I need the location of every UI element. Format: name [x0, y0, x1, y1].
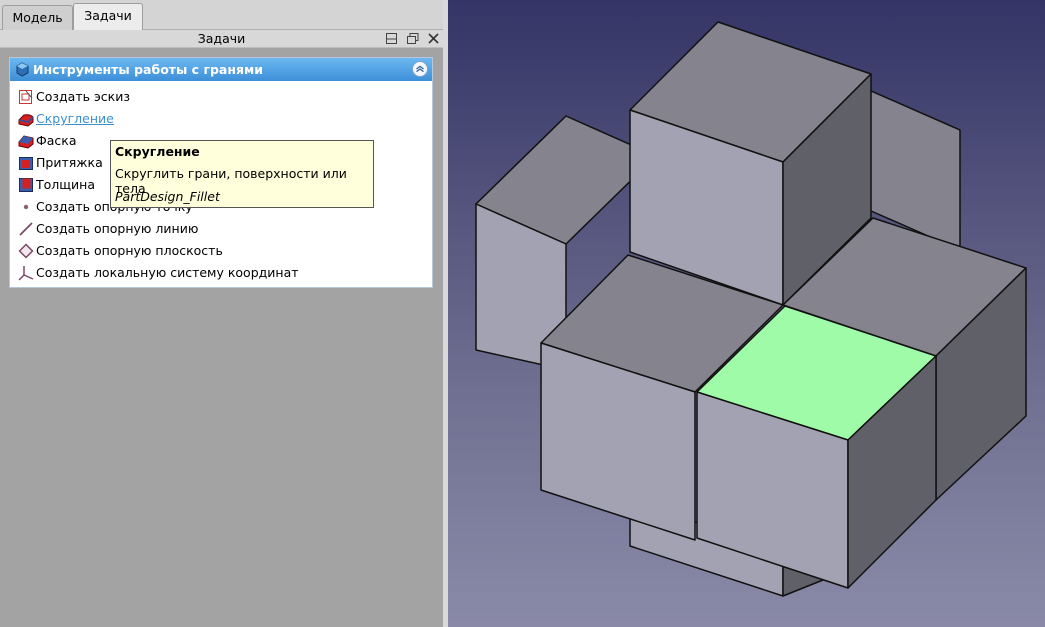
- fillet-icon: [18, 114, 34, 127]
- local-cs-icon: [18, 266, 34, 281]
- tooltip-command: PartDesign_Fillet: [115, 189, 220, 204]
- close-icon[interactable]: [426, 31, 441, 46]
- thickness-icon: [19, 178, 33, 192]
- task-item-label: Толщина: [36, 177, 96, 192]
- task-box-title: Инструменты работы с гранями: [33, 62, 263, 77]
- datum-plane-icon: [18, 243, 34, 259]
- restore-icon[interactable]: [405, 31, 420, 46]
- collapse-icon[interactable]: [412, 61, 428, 77]
- task-box-header[interactable]: Инструменты работы с гранями: [10, 58, 432, 81]
- sketch-icon: [19, 90, 33, 104]
- tooltip-fillet: Скругление Скруглить грани, поверхности …: [110, 140, 374, 208]
- tab-model[interactable]: Модель: [2, 5, 73, 30]
- combo-view-panel: Модель Задачи Задачи Инструменты работы …: [0, 0, 443, 627]
- chamfer-icon: [18, 135, 34, 149]
- panel-header: Задачи: [0, 30, 443, 48]
- 3d-model-canvas[interactable]: [448, 0, 1045, 627]
- tab-bar: Модель Задачи: [0, 0, 443, 31]
- float-icon[interactable]: [384, 31, 399, 46]
- task-item-local-cs[interactable]: Создать локальную систему координат: [18, 263, 418, 283]
- task-item-create-sketch[interactable]: Создать эскиз: [18, 87, 418, 107]
- datum-line-icon: [19, 222, 33, 236]
- 3d-view[interactable]: [448, 0, 1045, 627]
- task-item-label: Создать эскиз: [36, 89, 131, 104]
- task-item-label: Фаска: [36, 133, 77, 148]
- task-item-label: Создать опорную линию: [36, 221, 199, 236]
- task-item-label: Скругление: [36, 111, 114, 126]
- tab-tasks[interactable]: Задачи: [73, 3, 143, 31]
- draft-icon: [19, 157, 33, 170]
- tooltip-title: Скругление: [115, 144, 200, 159]
- panel-title: Задачи: [197, 31, 246, 46]
- task-item-label: Создать локальную систему координат: [36, 265, 299, 280]
- datum-point-icon: [23, 204, 29, 210]
- task-item-fillet[interactable]: Скругление: [18, 109, 418, 129]
- task-item-label: Создать опорную плоскость: [36, 243, 223, 258]
- task-item-datum-plane[interactable]: Создать опорную плоскость: [18, 241, 418, 261]
- task-item-datum-line[interactable]: Создать опорную линию: [18, 219, 418, 239]
- partdesign-body-icon: [16, 62, 29, 77]
- task-item-label: Притяжка: [36, 155, 103, 170]
